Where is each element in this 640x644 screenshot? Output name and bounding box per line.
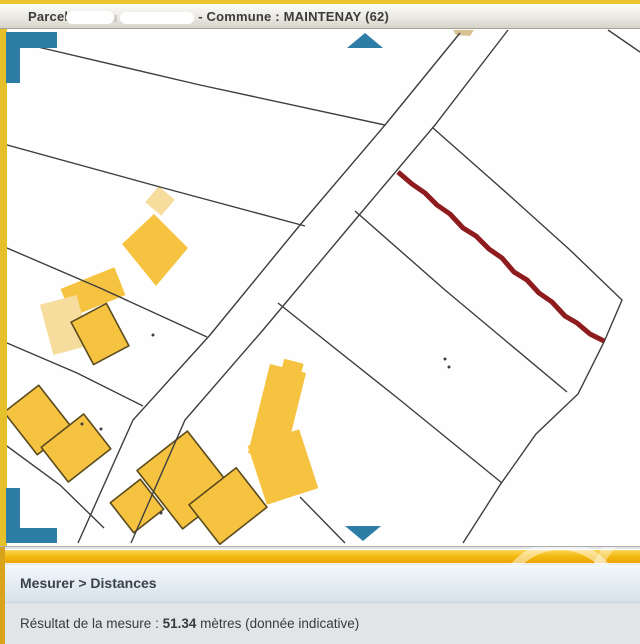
parcel-line-nw-1 xyxy=(24,43,386,126)
measure-line xyxy=(396,170,606,344)
breadcrumb: Mesurer > Distances xyxy=(20,575,157,591)
map-dot xyxy=(80,422,84,426)
redaction-smudge xyxy=(66,11,115,25)
pan-up-button[interactable] xyxy=(347,33,383,48)
parcel-line-se-3 xyxy=(299,496,346,544)
map-edge-strip xyxy=(0,29,7,546)
result-value: 51.34 xyxy=(162,616,197,631)
map-dot xyxy=(99,427,103,431)
map-corner-bottom-left xyxy=(6,488,57,543)
measure-result-row: Résultat de la mesure : 51.34 mètres (do… xyxy=(0,602,640,644)
breadcrumb-row: Mesurer > Distances xyxy=(0,565,640,602)
parcel-line-e-2 xyxy=(277,302,503,484)
map-container xyxy=(0,29,640,546)
map-corner-top-left xyxy=(6,32,57,83)
left-edge-strip xyxy=(0,547,5,644)
title-suffix: - Commune : MAINTENAY (62) xyxy=(198,9,390,24)
redaction-smudge xyxy=(120,12,195,25)
map-dot xyxy=(443,357,447,361)
map-dot xyxy=(159,511,163,515)
result-unit: mètres (donnée indicative) xyxy=(196,616,360,631)
pan-down-button[interactable] xyxy=(345,526,381,541)
title-redacted-area: eu xyxy=(66,10,198,25)
building xyxy=(453,30,474,36)
bottom-panel: Mesurer > Distances Résultat de la mesur… xyxy=(0,546,640,644)
cadastral-map[interactable] xyxy=(0,29,640,546)
building xyxy=(122,214,188,286)
measure-result: Résultat de la mesure : 51.34 mètres (do… xyxy=(20,616,359,631)
map-dot xyxy=(151,333,155,337)
result-label: Résultat de la mesure : xyxy=(20,616,163,631)
title-bar: Parcelloeu- Commune : MAINTENAY (62) xyxy=(0,4,640,29)
map-dot xyxy=(447,365,451,369)
page-title: Parcelloeu- Commune : MAINTENAY (62) xyxy=(28,9,389,25)
parcel-line-e-1 xyxy=(354,210,568,393)
parcel-line-nw-2 xyxy=(0,142,306,227)
parcel-line-ne-corner xyxy=(607,29,640,53)
gold-divider-bar xyxy=(0,549,640,564)
building xyxy=(145,186,175,216)
